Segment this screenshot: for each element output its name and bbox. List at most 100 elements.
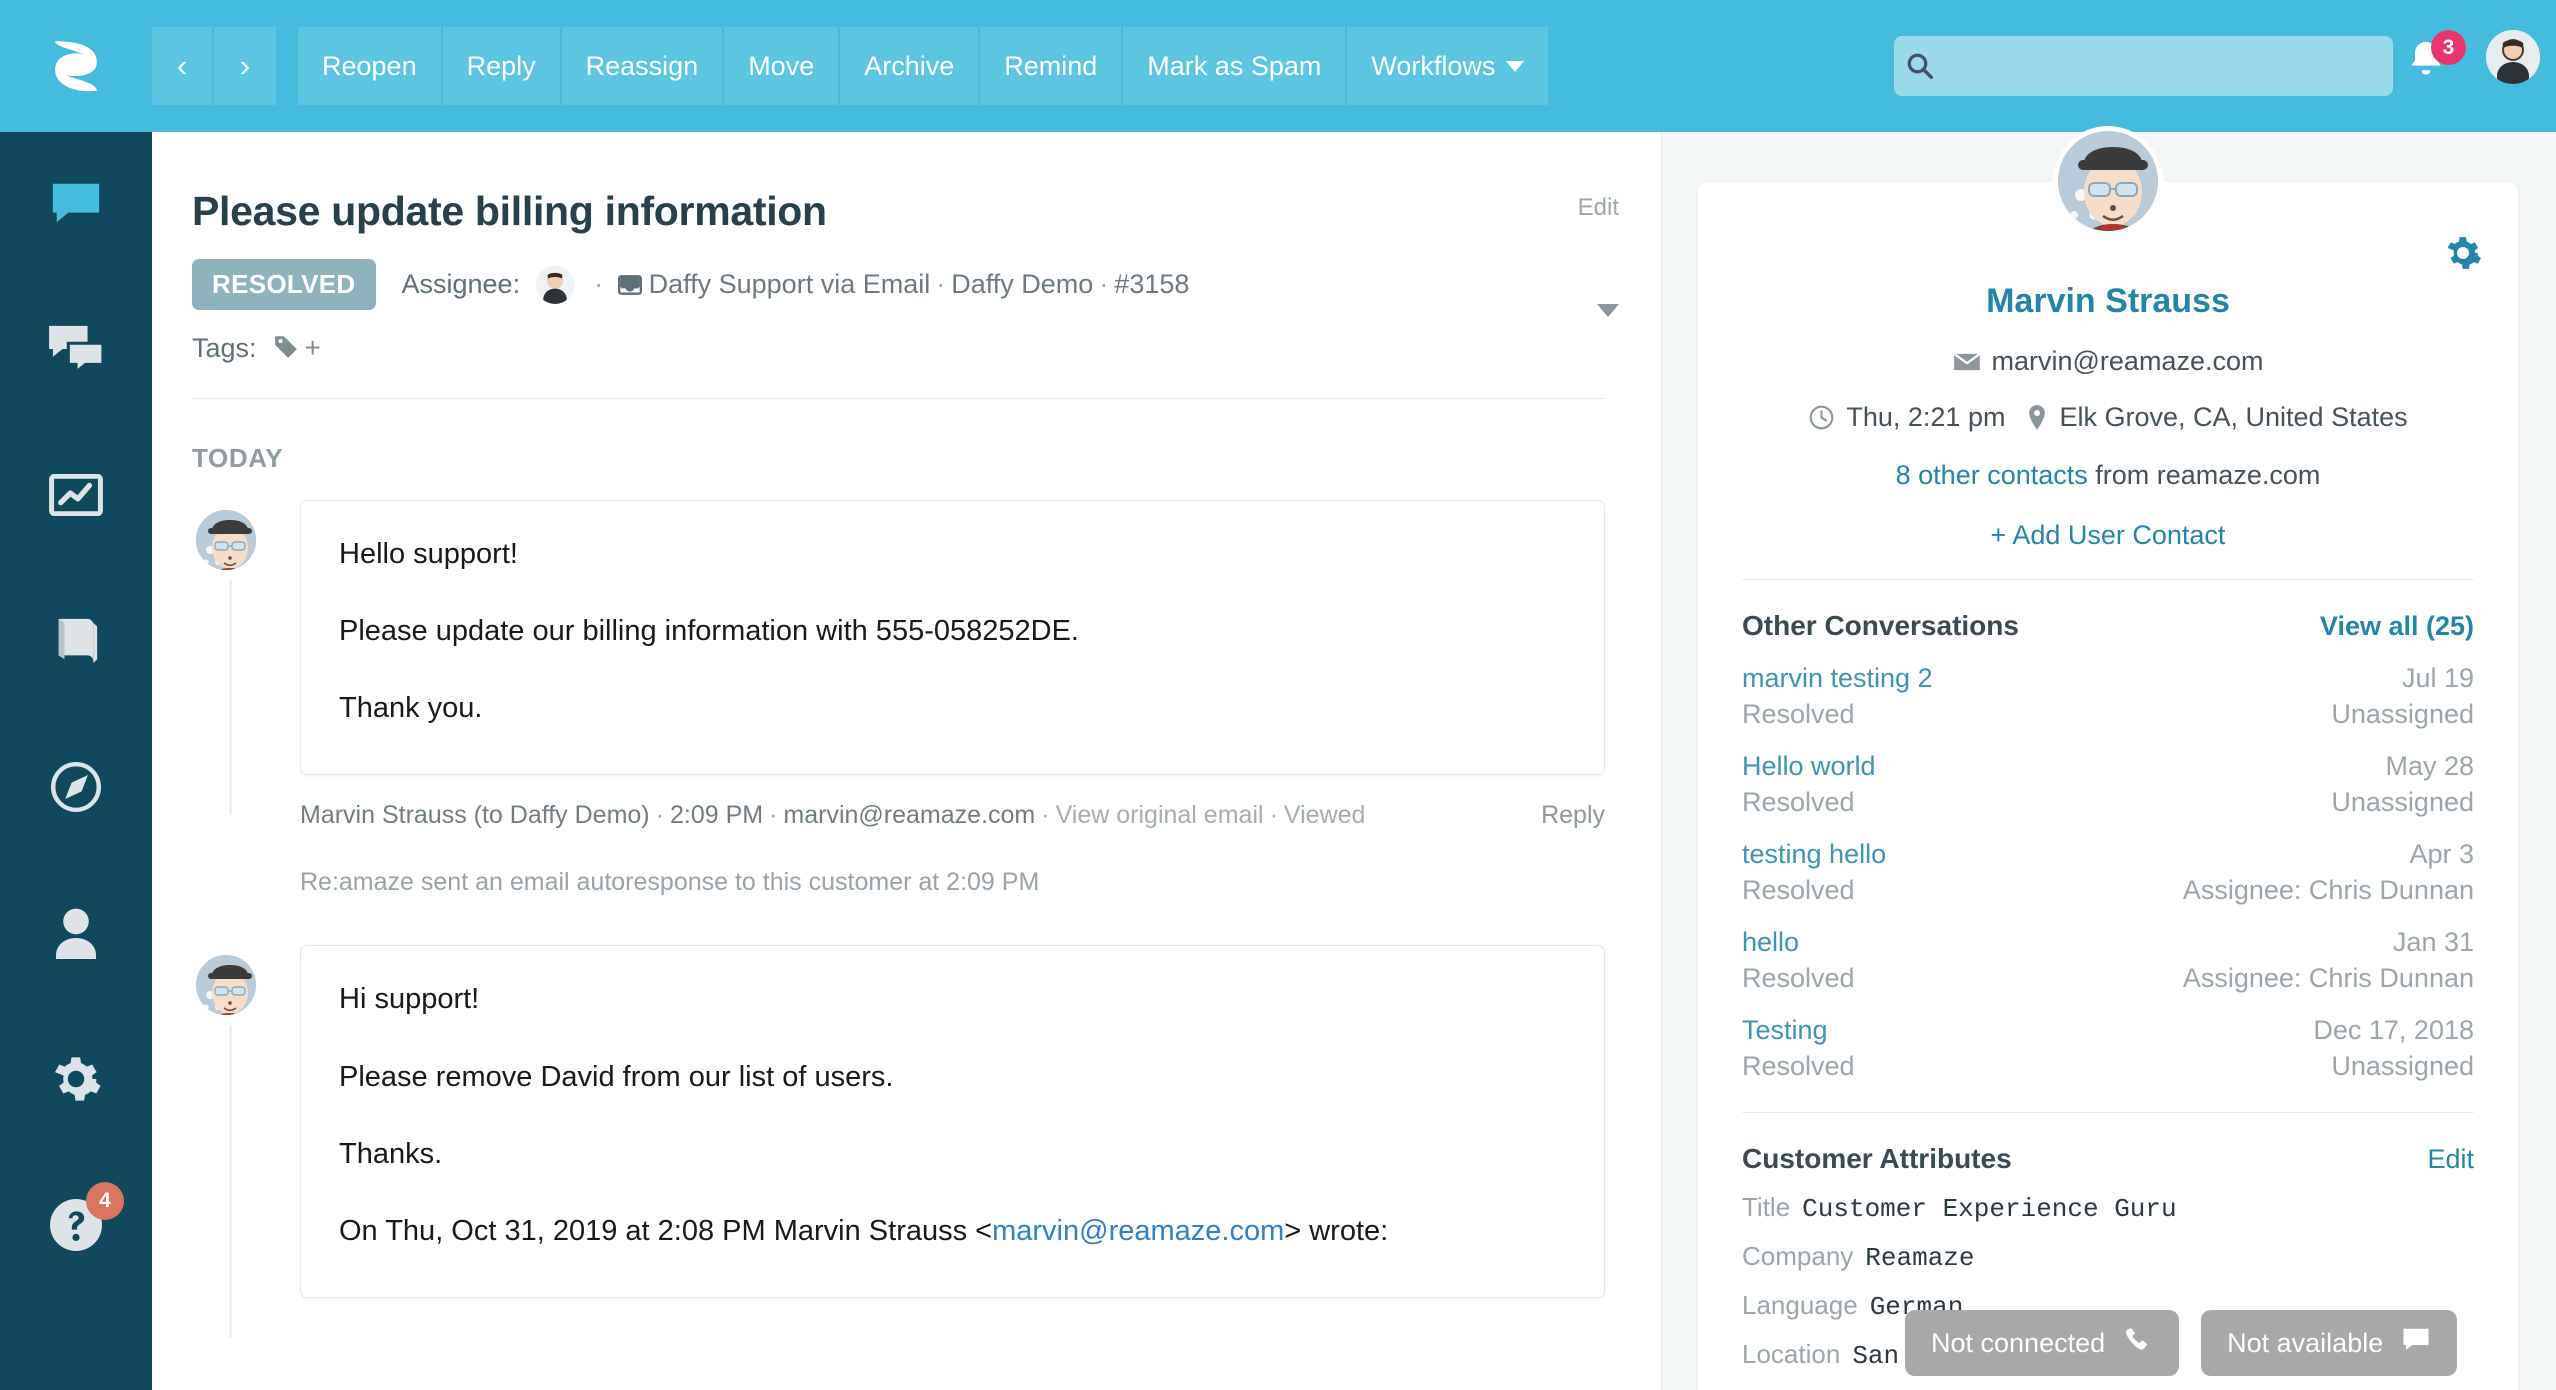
conversation-assignee: Unassigned: [2331, 787, 2474, 817]
conversation-date: Apr 3: [2409, 839, 2474, 869]
next-conversation-button[interactable]: ›: [214, 27, 276, 105]
prev-conversation-button[interactable]: ‹: [152, 27, 214, 105]
other-conversations-list: marvin testing 2 Jul 19 Resolved Unassigned…: [1742, 663, 2474, 1082]
attribute-key: Language: [1742, 1290, 1858, 1320]
conversation-list-item[interactable]: marvin testing 2 Jul 19 Resolved Unassigned: [1742, 663, 2474, 730]
edit-conversation-link[interactable]: Edit: [1578, 194, 1619, 222]
customer-avatar[interactable]: [2053, 126, 2163, 236]
app-root: ‹ › Reopen Reply Reassign Move Archive Remind M…: [0, 0, 2556, 1390]
move-button[interactable]: Move: [724, 27, 841, 105]
sidebar-item-reports[interactable]: [0, 424, 152, 570]
action-label: Reply: [466, 50, 536, 81]
conversation-subject[interactable]: marvin testing 2: [1742, 663, 1933, 694]
conversation-subject[interactable]: testing hello: [1742, 839, 1886, 870]
chart-icon: [49, 473, 103, 521]
message-bubble: Hello support! Please update our billing…: [300, 500, 1605, 776]
reassign-button[interactable]: Reassign: [561, 27, 725, 105]
tags-label: Tags:: [192, 332, 257, 363]
inbox-icon: [617, 275, 642, 295]
customer-card: Marvin Strauss marvin@reamaze.com Thu, 2…: [1698, 126, 2518, 1390]
sidebar-badge: 4: [86, 1182, 124, 1220]
message-paragraph: Please update our billing information wi…: [339, 615, 1079, 648]
message-avatar-column: [192, 500, 278, 816]
action-label: Mark as Spam: [1147, 50, 1322, 81]
other-conversations-title: Other Conversations: [1742, 610, 2019, 641]
footer-separator: ·: [1269, 801, 1278, 830]
chats-bubble-icon: [47, 324, 105, 379]
status-button-label: Not connected: [1931, 1327, 2106, 1358]
conversation-list-item[interactable]: Hello world May 28 Resolved Unassigned: [1742, 751, 2474, 818]
action-label: Reopen: [322, 50, 417, 81]
notification-badge: 3: [2431, 30, 2466, 65]
archive-button[interactable]: Archive: [840, 27, 981, 105]
message-thread: Hello support! Please update our billing…: [152, 474, 1661, 1338]
workflows-dropdown[interactable]: Workflows: [1347, 27, 1549, 105]
conversation-subject[interactable]: Testing: [1742, 1015, 1828, 1046]
brand-name: Daffy Demo: [951, 269, 1094, 299]
sidebar-item-chats[interactable]: [0, 278, 152, 424]
sidebar-item-settings[interactable]: [0, 1008, 152, 1154]
assignee-avatar[interactable]: [534, 263, 577, 306]
conversation-subject[interactable]: hello: [1742, 927, 1799, 958]
message-avatar-column: [192, 945, 278, 1338]
add-user-contact-button[interactable]: + Add User Contact: [1991, 520, 2226, 550]
customer-avatar-image: [2058, 131, 2158, 231]
conversation-subject[interactable]: Hello world: [1742, 751, 1876, 782]
customer-email-row: marvin@reamaze.com: [1742, 346, 2474, 377]
view-all-conversations-link[interactable]: View all (25): [2320, 611, 2474, 642]
conversation-menu-toggle[interactable]: [1597, 304, 1619, 317]
notifications-button[interactable]: 3: [2404, 30, 2466, 94]
search-box[interactable]: [1894, 36, 2393, 96]
chat-status-button[interactable]: Not available: [2201, 1310, 2458, 1376]
customer-time-location-row: Thu, 2:21 pm Elk Grove, CA, United State…: [1742, 402, 2474, 433]
footer-separator: ·: [1041, 801, 1050, 830]
conversation-item-top: testing hello Apr 3: [1742, 839, 2474, 870]
conversation-list-item[interactable]: Testing Dec 17, 2018 Resolved Unassigned: [1742, 1015, 2474, 1082]
message-avatar[interactable]: [192, 506, 260, 574]
conversation-nav-group: ‹ ›: [152, 27, 276, 105]
customer-name[interactable]: Marvin Strauss: [1742, 282, 2474, 321]
status-badge: RESOLVED: [192, 259, 376, 310]
reamaze-logo-icon: [55, 41, 97, 92]
tags-row: Tags: +: [192, 332, 1605, 364]
quote-email-link[interactable]: marvin@reamaze.com: [992, 1215, 1284, 1247]
sidebar-item-contacts[interactable]: [0, 862, 152, 1008]
message-footer: Marvin Strauss (to Daffy Demo) · 2:09 PM…: [192, 775, 1605, 830]
add-user-contact-row: + Add User Contact: [1742, 520, 2474, 551]
sidebar-item-conversations[interactable]: [0, 132, 152, 278]
message-avatar[interactable]: [192, 951, 260, 1020]
conversation-date: Jan 31: [2392, 927, 2474, 957]
reopen-button[interactable]: Reopen: [298, 27, 443, 105]
action-label: Reassign: [585, 50, 699, 81]
conversation-list-item[interactable]: testing hello Apr 3 Resolved Assignee: Chri…: [1742, 839, 2474, 906]
app-logo[interactable]: [0, 0, 152, 132]
quote-prefix: On Thu, Oct 31, 2019 at 2:08 PM Marvin S…: [339, 1214, 993, 1247]
view-original-email-link[interactable]: View original email: [1056, 801, 1264, 830]
edit-attributes-link[interactable]: Edit: [2427, 1144, 2474, 1175]
other-contacts-link[interactable]: 8 other contacts: [1896, 460, 2088, 490]
meta-separator-2: ·: [936, 269, 946, 299]
gear-icon[interactable]: [2444, 234, 2482, 277]
sidebar-item-knowledge-base[interactable]: [0, 570, 152, 716]
sidebar-item-cues[interactable]: [0, 716, 152, 862]
system-note: Re:amaze sent an email autoresponse to t…: [300, 868, 1040, 897]
avatar[interactable]: [2486, 30, 2540, 84]
phone-status-button[interactable]: Not connected: [1905, 1310, 2180, 1376]
reply-link[interactable]: Reply: [1541, 801, 1605, 830]
add-tag-button[interactable]: +: [305, 332, 321, 364]
quote-suffix: > wrote:: [1284, 1214, 1389, 1247]
conversation-status: Resolved: [1742, 875, 1855, 905]
mark-as-spam-button[interactable]: Mark as Spam: [1123, 27, 1348, 105]
map-pin-icon: [2029, 405, 2046, 430]
search-input[interactable]: [1946, 38, 2393, 94]
remind-button[interactable]: Remind: [980, 27, 1124, 105]
conversation-list-item[interactable]: hello Jan 31 Resolved Assignee: Chris Dunna…: [1742, 927, 2474, 994]
user-avatar-image: [2486, 30, 2540, 84]
meta-separator-1: ·: [594, 269, 604, 299]
footer-separator: ·: [769, 801, 778, 830]
message-author: Marvin Strauss (to Daffy Demo): [300, 801, 650, 830]
conversation-date: May 28: [2385, 751, 2474, 781]
conversation-item-bottom: Resolved Assignee: Chris Dunnan: [1742, 963, 2474, 994]
sidebar-item-help[interactable]: 4: [0, 1154, 152, 1300]
reply-button[interactable]: Reply: [442, 27, 562, 105]
